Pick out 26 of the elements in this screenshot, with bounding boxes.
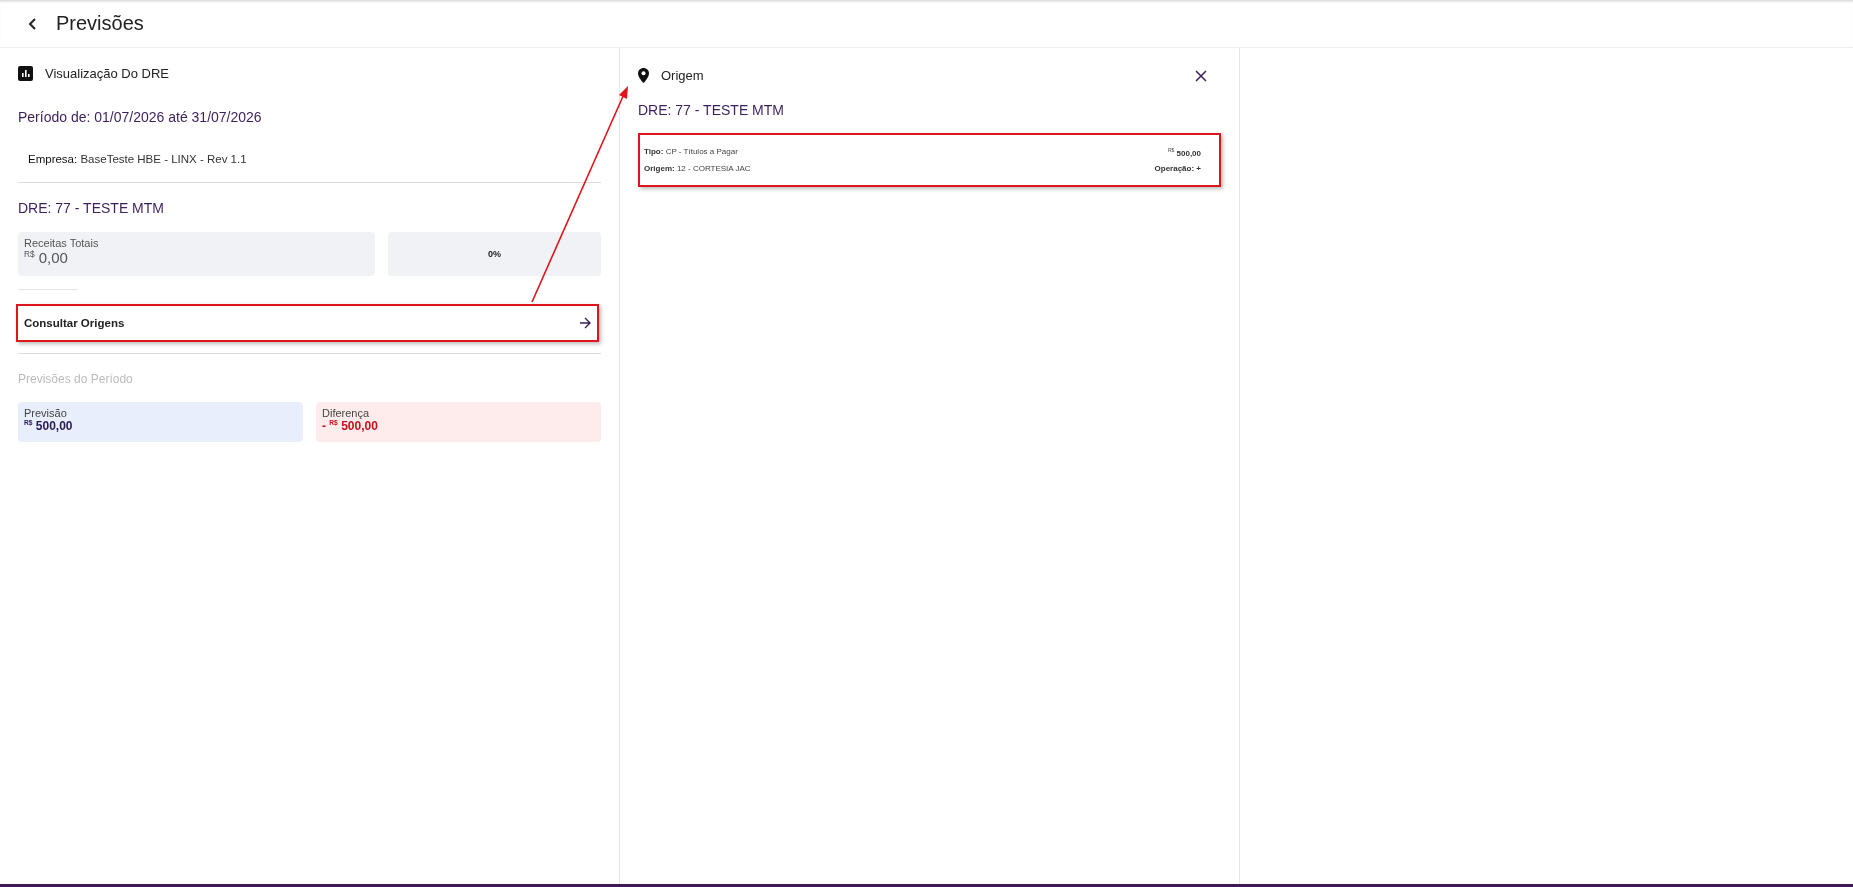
type-text: Tipo: CP - Títulos a Pagar — [644, 147, 738, 158]
card-value: $^{R$}$ 0,00 — [24, 249, 69, 266]
close-button[interactable] — [1195, 69, 1207, 82]
origin-text: Origem: 12 - CORTESIA JAC — [644, 163, 751, 173]
location-pin-icon — [638, 68, 649, 83]
card-value: - $^{R$}$ 500,00 — [322, 419, 379, 433]
company-text: Empresa: BaseTeste HBE - LINX - Rev 1.1 — [27, 153, 248, 165]
section-title: Visualização Do DRE — [45, 66, 170, 81]
back-icon[interactable] — [28, 17, 38, 30]
consult-origins-link[interactable]: Consultar Origens — [16, 304, 599, 342]
forecast-section-title: Previsões do Período — [18, 372, 134, 386]
amount-text: $^{R$}$ 500,00 — [1167, 147, 1201, 158]
panel-title: Origem — [661, 68, 704, 83]
card-value: $^{R$}$ 500,00 — [24, 419, 74, 433]
bar-chart-icon — [18, 66, 33, 81]
percent-value: 0% — [488, 249, 501, 259]
operation-text: Operação: + — [1154, 163, 1201, 173]
card-label: Receitas Totais — [24, 237, 100, 249]
origin-card[interactable]: Tipo: CP - Títulos a Pagar $^{R$}$ 500,00 Origem: 12 - CORTESIA JAC Operação: + — [638, 133, 1221, 187]
period-text: Período de: 01/07/2026 até 31/07/2026 — [18, 109, 263, 125]
dre-title: DRE: 77 - TESTE MTM — [18, 200, 165, 216]
dre-title: DRE: 77 - TESTE MTM — [638, 102, 785, 118]
arrow-right-icon — [579, 317, 591, 329]
page-title: Previsões — [56, 12, 144, 35]
card-label: Previsão — [24, 407, 68, 419]
card-label: Diferença — [322, 407, 371, 419]
